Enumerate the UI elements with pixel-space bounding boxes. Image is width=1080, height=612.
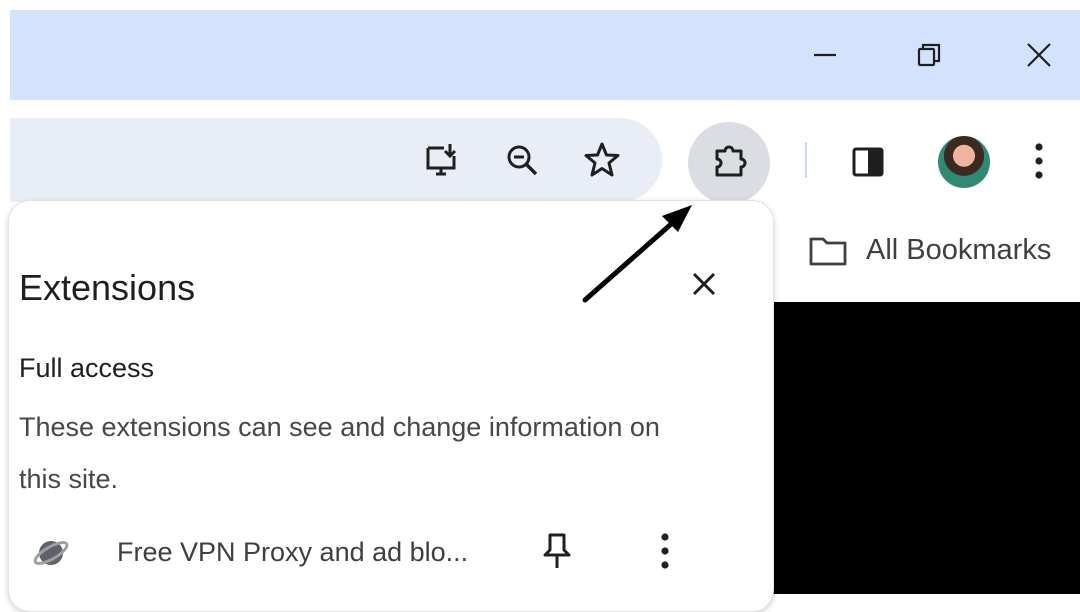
extensions-button[interactable]	[688, 122, 770, 204]
browser-toolbar	[10, 100, 1080, 206]
all-bookmarks-folder[interactable]: All Bookmarks	[808, 234, 1051, 267]
pin-extension-button[interactable]	[533, 525, 581, 577]
more-vertical-icon	[661, 533, 669, 569]
more-menu-button[interactable]	[1024, 138, 1054, 184]
more-menu-icon	[1035, 143, 1043, 179]
side-panel-button[interactable]	[846, 140, 890, 184]
extensions-popup: Extensions Full access These extensions …	[8, 200, 774, 612]
popup-title: Extensions	[19, 267, 196, 308]
full-access-description: These extensions can see and change info…	[19, 412, 660, 494]
extension-more-button[interactable]	[641, 525, 689, 577]
zoom-button[interactable]	[500, 138, 544, 182]
restore-icon	[917, 43, 941, 67]
restore-button[interactable]	[906, 32, 952, 78]
side-panel-icon	[852, 147, 884, 177]
folder-icon	[809, 237, 847, 265]
bookmarks-bar: All Bookmarks	[772, 206, 1080, 302]
install-app-icon	[426, 144, 457, 176]
profile-avatar[interactable]	[938, 136, 990, 188]
popup-close-button[interactable]	[681, 261, 727, 307]
page-content	[772, 302, 1080, 594]
planet-icon	[33, 541, 69, 565]
bookmark-star-button[interactable]	[580, 138, 624, 182]
minimize-button[interactable]	[802, 32, 848, 78]
full-access-heading: Full access	[19, 353, 155, 383]
toolbar-separator	[805, 142, 807, 178]
install-app-button[interactable]	[420, 138, 464, 182]
bookmark-star-icon	[584, 142, 620, 177]
pin-icon	[543, 533, 571, 568]
all-bookmarks-label: All Bookmarks	[866, 234, 1052, 266]
extensions-puzzle-icon	[715, 145, 747, 177]
extension-item-name: Free VPN Proxy and ad blo...	[117, 537, 469, 567]
extension-item-icon	[31, 533, 71, 578]
minimize-icon	[814, 53, 836, 57]
address-bar[interactable]	[10, 118, 662, 202]
extension-item[interactable]: Free VPN Proxy and ad blo...	[9, 517, 773, 587]
close-icon	[1027, 43, 1051, 67]
title-bar	[10, 10, 1080, 100]
zoom-icon	[507, 145, 538, 176]
close-window-button[interactable]	[1016, 32, 1062, 78]
close-icon	[692, 272, 716, 296]
